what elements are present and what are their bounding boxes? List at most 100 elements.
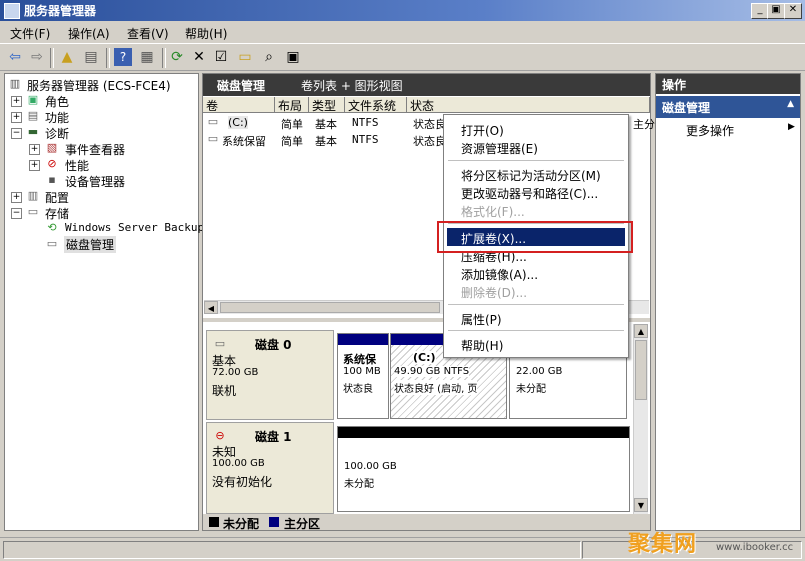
menu-item-help[interactable]: 帮助(H) [461,337,503,354]
volume-layout: 简单 [281,118,303,131]
help-icon[interactable]: ? [114,48,132,66]
restore-button[interactable]: ▣ [767,3,785,19]
partition-disk1-unallocated[interactable]: 100.00 GB 未分配 [337,426,630,512]
menu-item-open[interactable]: 打开(O) [461,122,504,139]
volume-status: 状态良 [413,135,446,148]
legend-primary-swatch [269,517,279,527]
tree-item-storage[interactable]: 存储 [45,205,69,222]
collapse-icon[interactable]: − [11,208,22,219]
legend-unallocated-swatch [209,517,219,527]
refresh-icon[interactable]: ⟳ [168,48,186,66]
menu-action[interactable]: 操作(A) [68,25,110,42]
server-icon: ▥ [9,77,21,90]
search-icon[interactable]: ⌕ [260,48,278,66]
volume-icon: ▭ [207,115,219,128]
roles-icon: ▣ [27,93,39,106]
disk-warning-icon: ⊖ [215,429,225,442]
col-header-type[interactable]: 类型 [309,97,345,113]
tree-item-root[interactable]: 服务器管理器 (ECS-FCE4) [27,77,171,94]
disk-scrollbar[interactable]: ▲ ▼ [633,324,648,514]
scroll-up-icon[interactable]: ▲ [634,324,648,338]
menu-item-mark-active[interactable]: 将分区标记为活动分区(M) [461,167,601,184]
volume-status-tail: 主分 [633,118,655,131]
tree-item-performance[interactable]: 性能 [65,157,89,174]
collapse-icon[interactable]: − [11,128,22,139]
scroll-thumb[interactable] [220,302,440,313]
volume-icon: ▭ [207,132,219,145]
back-icon[interactable]: ⇦ [6,48,24,66]
col-header-filesystem[interactable]: 文件系统 [345,97,407,113]
up-folder-icon[interactable]: ▲ [58,48,76,66]
menu-item-change-letter[interactable]: 更改驱动器号和路径(C)... [461,185,598,202]
menu-bar: 文件(F) 操作(A) 查看(V) 帮助(H) [0,21,805,43]
disk0-name: 磁盘 0 [255,338,292,352]
partition-status: 状态良好 (启动, 页 [394,380,478,395]
col-header-layout[interactable]: 布局 [275,97,309,113]
tree-item-features[interactable]: 功能 [45,109,69,126]
scroll-down-icon[interactable]: ▼ [634,498,648,512]
tree-item-diagnostics[interactable]: 诊断 [45,125,69,142]
volume-type: 基本 [315,135,337,148]
expand-icon[interactable]: + [11,112,22,123]
partition-name: 系统保 [343,353,376,366]
menu-item-properties[interactable]: 属性(P) [461,311,502,328]
volume-name: 系统保留 [222,135,266,148]
disk0-size: 72.00 GB [212,367,259,378]
tree-item-device-manager[interactable]: 设备管理器 [65,173,125,190]
tree-item-disk-management[interactable]: 磁盘管理 [64,236,117,253]
disk1-label[interactable]: ⊖ 磁盘 1 未知 100.00 GB 没有初始化 [206,422,334,514]
tree-item-roles[interactable]: 角色 [45,93,69,110]
scroll-thumb[interactable] [635,340,647,400]
expand-icon[interactable]: + [11,192,22,203]
col-header-status[interactable]: 状态 [407,97,650,113]
menu-help[interactable]: 帮助(H) [185,25,227,42]
properties-icon[interactable]: ☑ [212,48,230,66]
open-folder-icon[interactable]: ▭ [236,48,254,66]
console-icon[interactable]: ▦ [138,48,156,66]
expand-icon[interactable]: + [29,160,40,171]
actions-section-disk-management[interactable]: 磁盘管理 ▲ [656,96,800,118]
disk0-label[interactable]: ▭ 磁盘 0 基本 72.00 GB 联机 [206,330,334,420]
partition-system-reserved[interactable]: 系统保 100 MB 状态良 [337,333,389,419]
menu-item-explorer[interactable]: 资源管理器(E) [461,140,538,157]
watermark-url: www.ibooker.cc [716,542,794,553]
menu-file[interactable]: 文件(F) [10,25,50,42]
collapse-arrow-icon[interactable]: ▲ [787,99,794,109]
view-label: 卷列表 + 图形视图 [301,79,403,93]
scroll-left-icon[interactable]: ◀ [204,301,218,314]
navigation-tree: ▥ 服务器管理器 (ECS-FCE4) + ▣ 角色 + ▤ 功能 − ▬ 诊断… [4,73,204,531]
window-title: 服务器管理器 [24,4,97,18]
menu-separator [448,304,624,305]
menu-item-add-mirror[interactable]: 添加镜像(A)... [461,266,538,283]
submenu-arrow-icon: ▶ [788,122,795,132]
show-hide-tree-icon[interactable]: ▤ [82,48,100,66]
disk0-status: 联机 [212,384,237,398]
highlight-annotation-box [437,221,633,253]
disk-tool-icon[interactable]: ▣ [284,48,302,66]
more-actions[interactable]: 更多操作 [686,122,734,139]
disk-icon: ▭ [214,337,226,350]
storage-icon: ▭ [27,205,39,218]
partition-size: 100.00 GB [344,461,397,472]
toolbar: ⇦ ⇨ ▲ ▤ ? ▦ ⟳ ✕ ☑ ▭ ⌕ ▣ [0,43,805,71]
tree-item-configuration[interactable]: 配置 [45,189,69,206]
delete-icon[interactable]: ✕ [190,48,208,66]
partition-size: 100 MB [343,366,381,377]
menu-view[interactable]: 查看(V) [127,25,169,42]
volume-layout: 简单 [281,135,303,148]
disk1-size: 100.00 GB [212,458,265,469]
menu-item-delete-volume[interactable]: 删除卷(D)... [461,284,527,301]
forward-icon[interactable]: ⇨ [28,48,46,66]
col-header-volume[interactable]: 卷 [203,97,275,113]
menu-item-format[interactable]: 格式化(F)... [461,203,525,220]
tree-item-event-viewer[interactable]: 事件查看器 [65,141,125,158]
expand-icon[interactable]: + [11,96,22,107]
volume-name: (C:) [228,116,248,129]
tree-item-backup[interactable]: Windows Server Backup [65,221,204,234]
volume-filesystem: NTFS [352,116,379,129]
expand-icon[interactable]: + [29,144,40,155]
disk1-name: 磁盘 1 [255,430,292,444]
partition-status: 状态良 [343,384,373,395]
legend: 未分配 主分区 [203,514,650,531]
close-button[interactable]: ✕ [784,3,802,19]
